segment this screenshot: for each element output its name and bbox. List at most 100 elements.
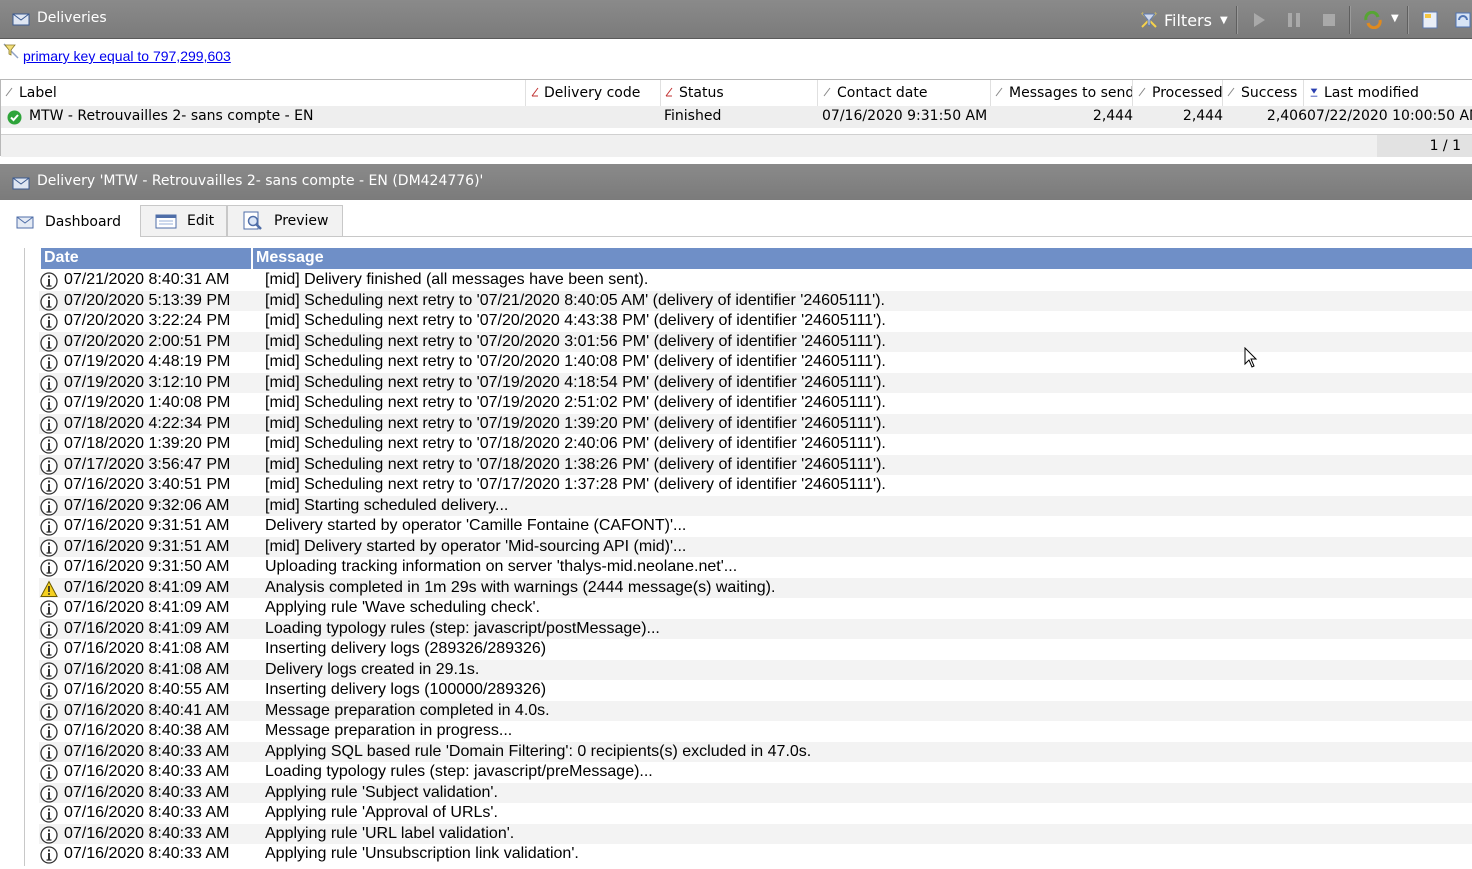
filter-link[interactable]: primary key equal to 797,299,603 — [23, 48, 231, 64]
log-row[interactable]: 07/16/2020 9:31:51 AM Delivery started by… — [39, 516, 1472, 537]
log-row[interactable]: 07/16/2020 8:41:08 AM Inserting delivery … — [39, 639, 1472, 660]
tab-edit[interactable]: Edit — [140, 205, 227, 236]
window-title: Deliveries — [37, 10, 107, 26]
log-row[interactable]: 07/19/2020 3:12:10 PM [mid] Scheduling ne… — [39, 372, 1472, 393]
log-message: Loading typology rules (step: javascript… — [265, 619, 660, 637]
log-col-message[interactable]: Message — [256, 248, 324, 267]
warning-icon — [40, 579, 58, 598]
log-date: 07/19/2020 3:12:10 PM — [64, 373, 231, 391]
info-icon — [40, 846, 58, 864]
log-row[interactable]: 07/19/2020 1:40:08 PM [mid] Scheduling ne… — [39, 393, 1472, 414]
log-message: Applying rule 'Subject validation'. — [265, 783, 498, 801]
col-delivery-code[interactable]: Delivery code — [544, 85, 640, 101]
column-divider[interactable] — [990, 80, 991, 106]
info-icon — [40, 374, 58, 393]
refresh-list-icon[interactable] — [1452, 9, 1472, 31]
column-divider[interactable] — [660, 80, 661, 106]
log-message: [mid] Scheduling next retry to '07/19/20… — [265, 373, 886, 391]
info-icon — [40, 641, 58, 659]
log-row[interactable]: 07/16/2020 8:40:41 AM Message preparation… — [39, 700, 1472, 721]
log-col-date[interactable]: Date — [44, 248, 79, 267]
info-icon — [40, 518, 58, 536]
column-divider[interactable] — [817, 80, 818, 106]
info-icon — [40, 825, 58, 844]
column-divider[interactable] — [1132, 80, 1133, 106]
toolbar-divider — [1236, 6, 1238, 34]
log-row[interactable]: 07/16/2020 8:40:33 AM Applying rule 'URL … — [39, 823, 1472, 844]
log-date: 07/16/2020 3:40:51 PM — [64, 476, 231, 493]
col-last-modified[interactable]: Last modified — [1324, 85, 1419, 101]
chevron-down-icon[interactable]: ▼ — [1391, 13, 1399, 24]
log-message: [mid] Scheduling next retry to '07/20/20… — [265, 353, 886, 370]
log-message: Loading typology rules (step: javascript… — [265, 763, 653, 780]
deliveries-grid: Label Delivery code Status Contact date … — [0, 79, 1472, 157]
log-date: 07/20/2020 3:22:24 PM — [64, 312, 231, 329]
log-message: Applying rule 'Wave scheduling check'. — [265, 599, 540, 616]
pause-icon[interactable] — [1283, 9, 1305, 31]
tab-preview[interactable]: Preview — [227, 205, 343, 236]
column-divider[interactable] — [251, 248, 253, 269]
deliveries-icon — [12, 177, 30, 190]
delivery-detail-bar: Delivery 'MTW - Retrouvailles 2- sans co… — [0, 164, 1472, 200]
log-row[interactable]: 07/16/2020 8:41:09 AM Applying rule 'Wave… — [39, 598, 1472, 619]
log-message: [mid] Scheduling next retry to '07/20/20… — [265, 332, 886, 350]
log-row[interactable]: 07/16/2020 8:41:09 AM Loading typology ru… — [39, 618, 1472, 639]
log-row[interactable]: 07/16/2020 8:40:55 AM Inserting delivery … — [39, 680, 1472, 701]
save-icon[interactable] — [1419, 9, 1441, 31]
log-date: 07/21/2020 8:40:31 AM — [64, 271, 230, 288]
refresh-icon[interactable] — [1362, 9, 1384, 31]
column-divider[interactable] — [1222, 80, 1223, 106]
info-icon — [40, 497, 58, 516]
log-row[interactable]: 07/16/2020 3:40:51 PM [mid] Scheduling ne… — [39, 475, 1472, 496]
log-row[interactable]: 07/20/2020 5:13:39 PM [mid] Scheduling ne… — [39, 290, 1472, 311]
log-date: 07/16/2020 8:40:33 AM — [64, 783, 230, 801]
log-row[interactable]: 07/16/2020 8:40:33 AM Applying rule 'Subj… — [39, 782, 1472, 803]
info-icon — [40, 333, 58, 352]
stop-icon[interactable] — [1318, 9, 1340, 31]
cell-processed: 2,444 — [1182, 108, 1223, 124]
log-date: 07/19/2020 4:48:19 PM — [64, 353, 231, 370]
log-row[interactable]: 07/16/2020 8:40:33 AM Applying rule 'Appr… — [39, 803, 1472, 824]
tab-dashboard[interactable]: Dashboard — [0, 205, 140, 237]
log-row[interactable]: 07/16/2020 8:40:33 AM Applying SQL based … — [39, 741, 1472, 762]
table-row[interactable]: MTW - Retrouvailles 2- sans compte - EN … — [1, 106, 1472, 128]
column-divider[interactable] — [1303, 80, 1304, 106]
log-date: 07/16/2020 9:31:51 AM — [64, 517, 230, 534]
log-date: 07/18/2020 4:22:34 PM — [64, 414, 231, 432]
log-row[interactable]: 07/16/2020 8:40:33 AM Loading typology ru… — [39, 762, 1472, 783]
log-row[interactable]: 07/20/2020 3:22:24 PM [mid] Scheduling ne… — [39, 311, 1472, 332]
log-row[interactable]: 07/16/2020 9:31:51 AM [mid] Delivery star… — [39, 536, 1472, 557]
log-row[interactable]: 07/16/2020 8:41:09 AM Analysis completed … — [39, 577, 1472, 598]
col-status[interactable]: Status — [679, 85, 724, 101]
chevron-down-icon[interactable]: ▼ — [1220, 15, 1228, 26]
sort-desc-icon — [1310, 88, 1318, 97]
filters-button[interactable]: Filters ▼ — [1140, 6, 1228, 34]
log-row[interactable]: 07/18/2020 4:22:34 PM [mid] Scheduling ne… — [39, 413, 1472, 434]
log-date: 07/16/2020 8:40:55 AM — [64, 681, 230, 698]
col-success[interactable]: Success — [1241, 85, 1297, 101]
column-divider[interactable] — [525, 80, 526, 106]
cell-status: Finished — [664, 108, 722, 124]
col-messages-to-send[interactable]: Messages to send — [1009, 85, 1134, 101]
cell-success: 2,406 — [1266, 108, 1307, 124]
log-row[interactable]: 07/21/2020 8:40:31 AM [mid] Delivery fini… — [39, 270, 1472, 291]
play-icon[interactable] — [1248, 9, 1270, 31]
col-processed[interactable]: Processed — [1152, 85, 1223, 101]
tab-dashboard-label: Dashboard — [45, 213, 121, 230]
col-label[interactable]: Label — [19, 85, 57, 101]
log-row[interactable]: 07/16/2020 8:41:08 AM Delivery logs creat… — [39, 659, 1472, 680]
log-row[interactable]: 07/16/2020 9:32:06 AM [mid] Starting sche… — [39, 495, 1472, 516]
deliveries-toolbar: Deliveries Filters ▼ ▼ — [0, 0, 1472, 39]
log-message: Message preparation in progress... — [265, 722, 513, 739]
log-message: [mid] Scheduling next retry to '07/18/20… — [265, 455, 886, 473]
log-row[interactable]: 07/16/2020 8:40:33 AM Applying rule 'Unsu… — [39, 844, 1472, 865]
log-row[interactable]: 07/18/2020 1:39:20 PM [mid] Scheduling ne… — [39, 434, 1472, 455]
sort-icon — [1227, 87, 1235, 97]
log-row[interactable]: 07/16/2020 8:40:38 AM Message preparation… — [39, 721, 1472, 742]
col-contact-date[interactable]: Contact date — [837, 85, 928, 101]
info-icon — [40, 702, 58, 721]
sort-icon — [1138, 87, 1146, 97]
log-row[interactable]: 07/16/2020 9:31:50 AM Uploading tracking … — [39, 557, 1472, 578]
log-row[interactable]: 07/17/2020 3:56:47 PM [mid] Scheduling ne… — [39, 454, 1472, 475]
info-icon — [40, 313, 58, 331]
